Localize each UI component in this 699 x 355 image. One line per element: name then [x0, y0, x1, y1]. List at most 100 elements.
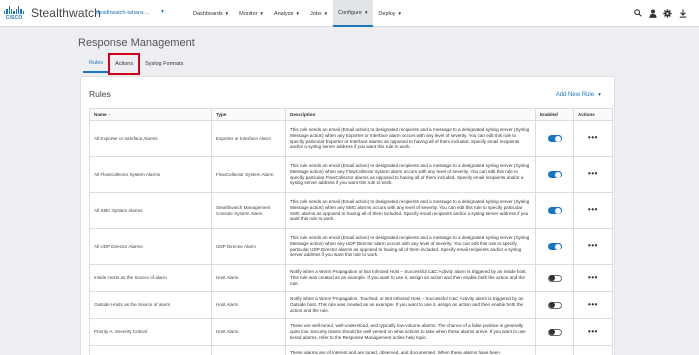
toggle-knob [555, 171, 561, 178]
more-actions-icon[interactable]: ••• [588, 241, 598, 250]
more-actions-icon[interactable]: ••• [588, 273, 598, 282]
column-header-enabled[interactable]: Enabled [535, 108, 574, 121]
tab-actions[interactable]: Actions [108, 53, 141, 75]
chevron-down-icon: ▼ [397, 11, 403, 16]
rule-type-cell: Host Alarm [211, 318, 286, 346]
rule-actions-cell: ••• [573, 291, 613, 319]
rule-description-cell: Notify when a Worm Propagation, Touched,… [285, 291, 536, 319]
rule-actions-cell: ••• [573, 228, 613, 265]
table-row[interactable]: Outside Hosts as the Source of alarm Host… [89, 291, 613, 319]
enabled-toggle[interactable] [547, 135, 562, 142]
chevron-down-icon: ▼ [363, 10, 369, 15]
nav-item-label: Deploy [378, 10, 396, 17]
rule-type-cell: Exporter or Interface Alarm [211, 120, 286, 157]
rule-description-cell: This rule sends an email (Email action) … [285, 228, 536, 265]
rule-enabled-cell [535, 156, 574, 193]
rule-name-cell: All UDP Director Alarms [89, 228, 212, 265]
main-nav: Dashboards ▼ Monitor ▼ Analyze ▼ Jobs ▼ Configur… [188, 0, 407, 27]
enabled-toggle[interactable] [547, 301, 562, 309]
top-navigation-bar: CISCO Stealthwatch stealthwatch-tahara-.… [0, 0, 699, 27]
table-row[interactable]: Priority A: Severity Critical Host Alarm T… [89, 318, 613, 346]
rule-type-cell [211, 345, 286, 355]
column-header-type[interactable]: Type [211, 108, 286, 121]
rule-name-cell: Priority A: Severity Critical [89, 318, 212, 346]
nav-item-dashboards[interactable]: Dashboards ▼ [188, 0, 234, 27]
rule-actions-cell: ••• [573, 318, 613, 346]
rule-name-cell: Inside Hosts as the Source of alarm [89, 264, 212, 292]
rule-actions-cell [573, 345, 613, 355]
nav-item-label: Analyze [273, 10, 294, 17]
search-icon[interactable] [633, 8, 642, 18]
enabled-toggle[interactable] [547, 328, 562, 336]
page-title: Response Management [78, 37, 195, 49]
enabled-toggle[interactable] [547, 274, 562, 282]
rule-description-cell: These are well-tuned, well-understood, a… [285, 318, 536, 346]
nav-item-label: Dashboards [193, 10, 223, 17]
cisco-logo[interactable]: CISCO [3, 6, 25, 22]
domain-selector[interactable]: stealthwatch-tahara-... [95, 10, 149, 16]
tab-rules[interactable]: Rules [83, 55, 110, 73]
rule-type-cell: Stealthwatch Management Console System A… [211, 192, 286, 229]
table-row[interactable]: All UDP Director Alarms UDP Director Alar… [89, 228, 613, 265]
nav-item-jobs[interactable]: Jobs ▼ [305, 0, 333, 27]
nav-item-label: Configure [338, 9, 362, 16]
rule-enabled-cell [535, 345, 574, 355]
enabled-toggle[interactable] [547, 207, 562, 214]
column-header-name[interactable]: Name ↑ [89, 108, 212, 121]
rule-actions-cell: ••• [573, 156, 613, 193]
tab-bar: Rules Actions Syslog Formats [83, 53, 189, 75]
rule-type-cell: FlowCollector System Alarm [211, 156, 286, 193]
nav-item-monitor[interactable]: Monitor ▼ [234, 0, 269, 27]
rule-description-cell: Notify when a Worm Propagation or Bot In… [285, 264, 536, 292]
more-actions-icon[interactable]: ••• [588, 169, 598, 178]
rule-enabled-cell [535, 264, 574, 292]
rule-type-cell: Host Alarm [211, 291, 286, 319]
more-actions-icon[interactable]: ••• [588, 205, 598, 214]
rule-actions-cell: ••• [573, 192, 613, 229]
download-icon[interactable] [678, 8, 687, 18]
more-actions-icon[interactable]: ••• [588, 327, 598, 336]
rule-enabled-cell [535, 318, 574, 346]
table-header-row: Name ↑ Type Description Enabled Actions [89, 108, 613, 121]
table-row[interactable]: All SMC System Alarms Stealthwatch Manage… [89, 192, 613, 229]
more-actions-icon[interactable]: ••• [588, 133, 598, 142]
chevron-down-icon: ▼ [224, 11, 230, 16]
tab-syslog-formats[interactable]: Syslog Formats [139, 55, 189, 73]
toggle-knob [555, 135, 561, 142]
rule-enabled-cell [535, 192, 574, 229]
table-row[interactable]: These alarms are of interest and are tun… [89, 345, 613, 355]
rule-name-cell: Outside Hosts as the Source of alarm [89, 291, 212, 319]
column-header-description[interactable]: Description [285, 108, 536, 121]
nav-item-analyze[interactable]: Analyze ▼ [269, 0, 305, 27]
add-new-rule-button[interactable]: Add New Rule ▼ [556, 92, 602, 98]
rule-name-cell [89, 345, 212, 355]
sort-arrow-icon[interactable]: ↑ [109, 112, 111, 117]
gear-icon[interactable] [663, 8, 672, 18]
table-row[interactable]: All Exporter or Interface Alarms Exporter… [89, 120, 613, 157]
rule-name-cell: All Exporter or Interface Alarms [89, 120, 212, 157]
rule-description-cell: These alarms are of interest and are tun… [285, 345, 536, 355]
enabled-toggle[interactable] [547, 243, 562, 250]
table-row[interactable]: Inside Hosts as the Source of alarm Host … [89, 264, 613, 292]
rule-enabled-cell [535, 120, 574, 157]
chevron-down-icon: ▼ [597, 92, 602, 98]
chevron-down-icon: ▼ [295, 11, 300, 16]
toggle-knob [555, 243, 561, 250]
cisco-logo-bars [3, 6, 25, 14]
rule-actions-cell: ••• [573, 264, 613, 292]
user-icon[interactable] [648, 8, 657, 18]
rule-actions-cell: ••• [573, 120, 613, 157]
toggle-knob [549, 302, 555, 308]
chevron-down-icon[interactable]: ▼ [160, 9, 165, 15]
enabled-toggle[interactable] [547, 171, 562, 178]
rule-description-cell: This rule sends an email (Email action) … [285, 120, 536, 157]
column-header-actions: Actions [573, 108, 613, 121]
card-title: Rules [89, 89, 111, 99]
rules-table: Name ↑ Type Description Enabled Actions A… [89, 108, 613, 355]
nav-item-deploy[interactable]: Deploy ▼ [373, 0, 407, 27]
nav-item-configure[interactable]: Configure ▼ [333, 0, 374, 27]
rule-description-cell: This rule sends an email (Email action) … [285, 156, 536, 193]
table-row[interactable]: All FlowCollector System Alarms FlowColle… [89, 156, 613, 193]
more-actions-icon[interactable]: ••• [588, 300, 598, 309]
nav-item-label: Monitor [239, 10, 258, 17]
